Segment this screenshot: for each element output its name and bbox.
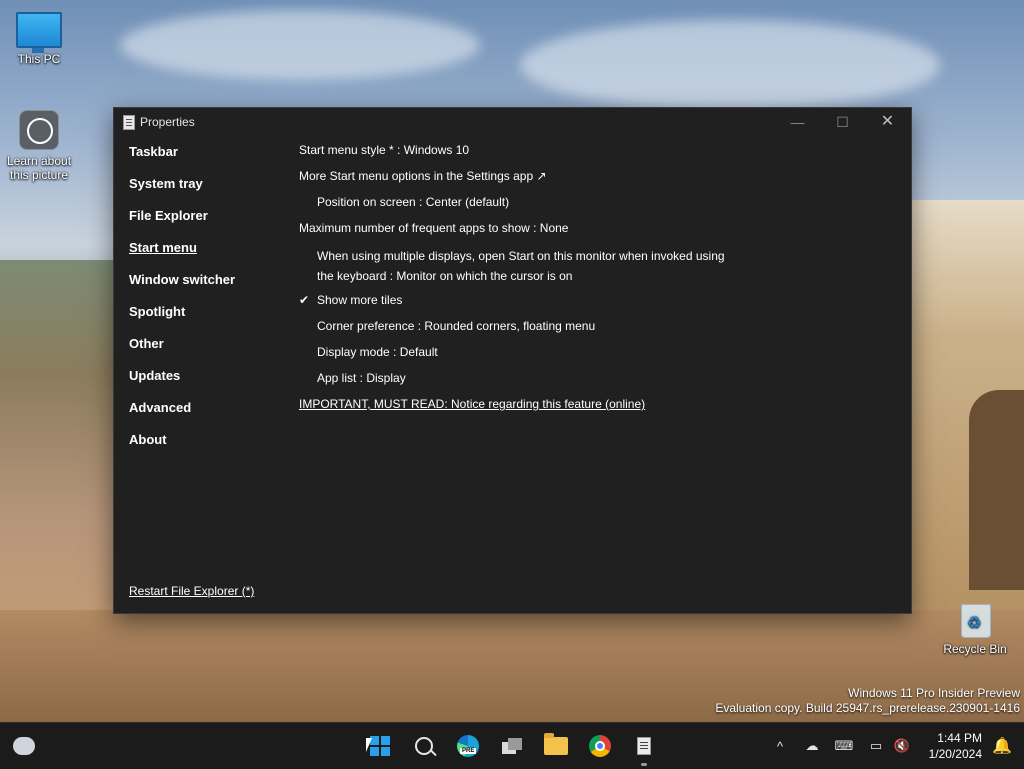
checkmark-icon: ✔ — [299, 293, 310, 307]
network-icon[interactable]: ▭ — [862, 723, 890, 769]
picture-info-icon — [19, 110, 59, 150]
task-view-button[interactable] — [492, 723, 532, 769]
search-button[interactable] — [404, 723, 444, 769]
desktop-icon-label: Recycle Bin — [943, 642, 1007, 656]
restart-file-explorer-link[interactable]: Restart File Explorer (*) — [129, 584, 254, 598]
properties-taskbar-button[interactable] — [624, 723, 664, 769]
keyboard-icon[interactable]: ⌨ — [830, 723, 858, 769]
chrome-icon — [589, 735, 611, 757]
windows-logo-icon — [370, 736, 390, 756]
clock[interactable]: 1:44 PM 1/20/2024 — [929, 730, 982, 762]
volume-muted-icon[interactable]: 🔇 — [888, 723, 916, 769]
wallpaper-cloud — [520, 20, 940, 110]
watermark-line2: Evaluation copy. Build 25947.rs_prerelea… — [715, 701, 1020, 715]
recycle-bin-icon: ♻ — [957, 598, 993, 638]
wallpaper-cloud — [120, 10, 480, 80]
evaluation-watermark: Windows 11 Pro Insider Preview Evaluatio… — [715, 686, 1020, 716]
desktop-icon-recycle-bin[interactable]: ♻ Recycle Bin — [940, 598, 1010, 656]
setting-position-on-screen[interactable]: Position on screen : Center (default) — [299, 194, 859, 210]
sidebar-item-taskbar[interactable]: Taskbar — [129, 144, 235, 176]
sidebar-item-window-switcher[interactable]: Window switcher — [129, 272, 235, 304]
notification-bell-icon[interactable]: 🔔 — [992, 736, 1012, 756]
minimize-button[interactable]: — — [775, 108, 820, 136]
clock-date: 1/20/2024 — [928, 747, 982, 761]
important-notice-link[interactable]: IMPORTANT, MUST READ: Notice regarding t… — [299, 396, 859, 412]
setting-app-list[interactable]: App list : Display — [299, 370, 859, 386]
sidebar-item-about[interactable]: About — [129, 432, 235, 464]
taskbar: PRE ^ ☁ ⌨ ▭ 🔇 1:44 PM 1/20/2024 🔔 — [0, 722, 1024, 769]
settings-content: Start menu style * : Windows 10 More Sta… — [299, 142, 859, 422]
properties-window: Properties — ☐ ✕ Taskbar System tray Fil… — [113, 107, 912, 614]
setting-display-mode[interactable]: Display mode : Default — [299, 344, 859, 360]
chrome-button[interactable] — [580, 723, 620, 769]
onedrive-icon[interactable]: ☁ — [798, 723, 826, 769]
sidebar-item-updates[interactable]: Updates — [129, 368, 235, 400]
setting-show-more-tiles[interactable]: ✔ Show more tiles — [299, 292, 859, 308]
setting-corner-preference[interactable]: Corner preference : Rounded corners, flo… — [299, 318, 859, 334]
title-bar[interactable]: Properties — ☐ ✕ — [114, 108, 911, 136]
maximize-button[interactable]: ☐ — [820, 108, 865, 136]
setting-max-frequent-apps[interactable]: Maximum number of frequent apps to show … — [299, 220, 859, 236]
setting-start-menu-style[interactable]: Start menu style * : Windows 10 — [299, 142, 859, 158]
clock-time: 1:44 PM — [937, 731, 982, 745]
running-indicator — [641, 763, 647, 766]
search-icon — [415, 737, 433, 755]
edge-pre-icon: PRE — [457, 735, 479, 757]
sidebar: Taskbar System tray File Explorer Start … — [129, 144, 235, 464]
window-title: Properties — [140, 115, 195, 129]
setting-multiple-displays[interactable]: When using multiple displays, open Start… — [299, 246, 859, 286]
mouse-cursor — [366, 738, 372, 752]
desktop-icon-label: Learn about this picture — [6, 154, 72, 182]
desktop-icon-label: This PC — [17, 52, 61, 66]
sidebar-item-start-menu[interactable]: Start menu — [129, 240, 235, 272]
close-button[interactable]: ✕ — [865, 108, 910, 136]
wallpaper-bridge-arch — [969, 390, 1024, 590]
setting-multiple-displays-line2: the keyboard : Monitor on which the curs… — [317, 269, 573, 283]
file-explorer-button[interactable] — [536, 723, 576, 769]
desktop-icon-learn-about-picture[interactable]: Learn about this picture — [4, 110, 74, 182]
file-explorer-icon — [544, 733, 568, 755]
properties-app-icon — [637, 737, 651, 755]
show-hidden-icons-button[interactable]: ^ — [766, 723, 794, 769]
setting-more-start-options-link[interactable]: More Start menu options in the Settings … — [299, 168, 859, 184]
desktop-icon-this-pc[interactable]: This PC — [4, 12, 74, 66]
sidebar-item-spotlight[interactable]: Spotlight — [129, 304, 235, 336]
properties-app-icon — [123, 115, 135, 130]
sidebar-item-other[interactable]: Other — [129, 336, 235, 368]
weather-icon — [13, 737, 35, 755]
edge-button[interactable]: PRE — [448, 723, 488, 769]
setting-show-more-tiles-label: Show more tiles — [317, 293, 403, 307]
edge-badge: PRE — [460, 748, 477, 754]
setting-multiple-displays-line1: When using multiple displays, open Start… — [317, 249, 725, 263]
sidebar-item-advanced[interactable]: Advanced — [129, 400, 235, 432]
task-view-icon — [502, 738, 522, 754]
sidebar-item-file-explorer[interactable]: File Explorer — [129, 208, 235, 240]
watermark-line1: Windows 11 Pro Insider Preview — [848, 686, 1020, 700]
sidebar-item-system-tray[interactable]: System tray — [129, 176, 235, 208]
weather-widget-button[interactable] — [4, 723, 44, 769]
monitor-icon — [16, 12, 62, 53]
